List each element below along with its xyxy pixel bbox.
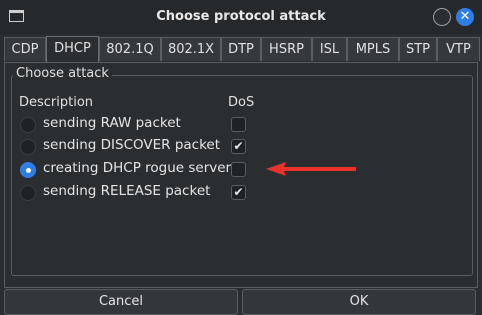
tab-cdp[interactable]: CDP — [4, 37, 46, 61]
ok-button[interactable]: OK — [242, 289, 476, 315]
annotation-arrow-icon — [266, 162, 356, 176]
attack-label-discover: sending DISCOVER packet — [43, 137, 221, 153]
cancel-button[interactable]: Cancel — [4, 289, 238, 315]
attack-label-release: sending RELEASE packet — [43, 183, 211, 199]
tab-dhcp[interactable]: DHCP — [46, 36, 99, 62]
tab-vtp[interactable]: VTP — [437, 37, 480, 61]
close-button[interactable]: ✕ — [456, 8, 474, 26]
dos-checkbox-raw[interactable] — [231, 117, 246, 132]
tab-isl[interactable]: ISL — [312, 37, 347, 61]
attack-label-rogue-server: creating DHCP rogue server — [43, 160, 232, 176]
dos-header: DoS — [228, 95, 255, 110]
tab-stp[interactable]: STP — [399, 37, 437, 61]
check-icon: ✔ — [233, 139, 244, 153]
tab-mpls[interactable]: MPLS — [347, 37, 399, 61]
attack-radio-raw[interactable] — [20, 117, 36, 133]
check-icon: ✔ — [233, 185, 244, 199]
attack-radio-rogue-server[interactable] — [20, 162, 36, 178]
tab-hsrp[interactable]: HSRP — [261, 37, 312, 61]
tab-802-1x[interactable]: 802.1X — [161, 37, 221, 61]
group-title: Choose attack — [13, 66, 112, 81]
description-header: Description — [19, 95, 94, 110]
title-bar: Choose protocol attack ✕ — [0, 0, 482, 34]
attack-radio-discover[interactable] — [20, 139, 36, 155]
dos-checkbox-release[interactable]: ✔ — [231, 185, 246, 200]
window-title: Choose protocol attack — [156, 9, 326, 24]
attack-radio-release[interactable] — [20, 185, 36, 201]
tab-dtp[interactable]: DTP — [221, 37, 261, 61]
minimize-button[interactable] — [433, 8, 451, 26]
protocol-tab-bar: CDP DHCP 802.1Q 802.1X DTP HSRP ISL MPLS… — [4, 36, 480, 63]
dos-checkbox-discover[interactable]: ✔ — [231, 139, 246, 154]
close-icon: ✕ — [459, 9, 471, 24]
dos-checkbox-rogue-server[interactable] — [231, 162, 246, 177]
tab-802-1q[interactable]: 802.1Q — [99, 37, 161, 61]
attack-label-raw: sending RAW packet — [43, 115, 181, 131]
